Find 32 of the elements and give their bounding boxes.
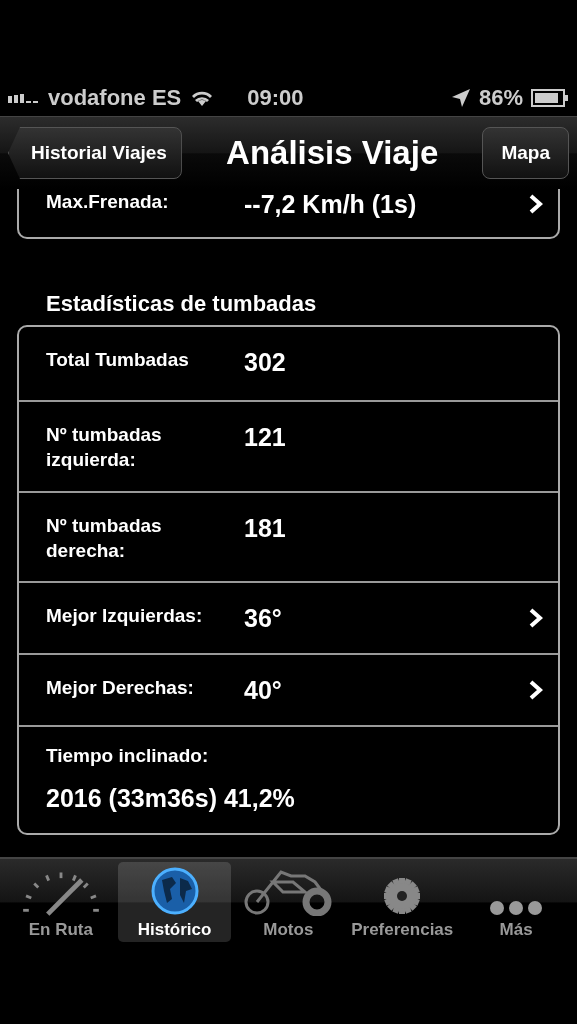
tab-bar-item[interactable]: Motos: [231, 862, 346, 943]
back-button[interactable]: Historial Viajes: [8, 127, 182, 180]
globe-icon: [149, 866, 200, 917]
settings-icon: [382, 876, 423, 917]
location-arrow-icon: [450, 87, 471, 108]
row-label: Max.Frenada:: [46, 190, 170, 215]
tab-bar-item[interactable]: Histórico: [117, 862, 232, 943]
row-value: 40°: [244, 675, 283, 706]
signal-icon: [8, 92, 40, 103]
more-icon: [489, 900, 544, 917]
row-value: 302: [244, 347, 287, 378]
screen-title: Análisis Viaje: [226, 134, 439, 173]
row-label: Nº tumbadas izquierda:: [46, 423, 163, 473]
row-label: Mejor Izquierdas:: [46, 604, 204, 629]
battery-percent: 86%: [478, 84, 523, 111]
row-label: Total Tumbadas: [46, 348, 190, 373]
row-value: --7,2 Km/h (1s): [244, 189, 418, 220]
row-label: Tiempo inclinado:: [46, 744, 210, 769]
tab-bar-item[interactable]: Preferencias: [345, 862, 460, 943]
carrier-name: vodafone ES: [48, 84, 182, 111]
row-value: 181: [244, 513, 287, 544]
clock-time: 09:00: [247, 84, 305, 111]
section-title: Estadísticas de tumbadas: [46, 291, 318, 318]
row-label: Nº tumbadas derecha:: [46, 514, 163, 564]
row-value: 2016 (33m36s) 41,2%: [46, 784, 296, 814]
map-button[interactable]: Mapa: [482, 127, 569, 180]
row-value: 36°: [244, 603, 283, 634]
battery-icon: [531, 88, 569, 107]
tab-bar-item[interactable]: En Ruta: [4, 862, 118, 943]
row-label: Mejor Derechas:: [46, 676, 195, 701]
tab-bar-item[interactable]: Más: [459, 862, 573, 943]
row-value: 121: [244, 422, 287, 453]
